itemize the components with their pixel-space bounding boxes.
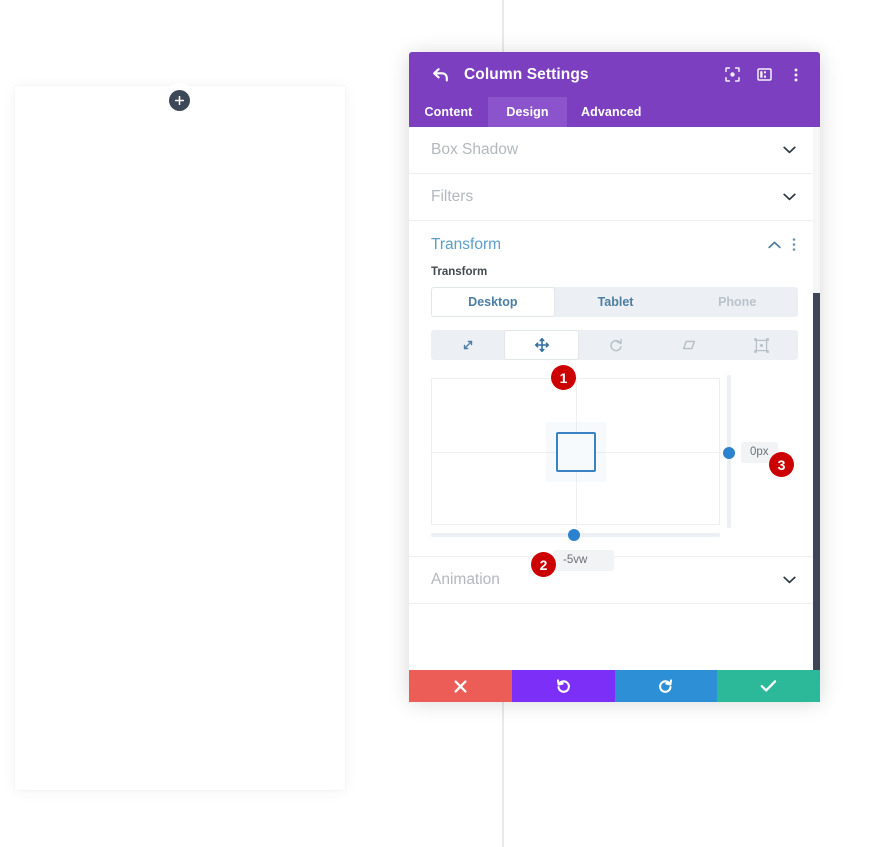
transform-tool-origin[interactable] [725, 330, 798, 360]
skew-parallelogram-icon [682, 340, 695, 350]
column-settings-modal: Column Settings Content Design Advanced … [409, 52, 820, 700]
rotate-icon [609, 338, 622, 352]
chevron-up-icon[interactable] [766, 237, 782, 253]
horizontal-slider-handle[interactable] [568, 529, 580, 541]
modal-tab-bar: Content Design Advanced [409, 97, 820, 127]
screenshot-root: Column Settings Content Design Advanced … [0, 0, 880, 847]
transform-field-label: Transform [431, 266, 488, 278]
move-arrows-icon [534, 338, 549, 352]
more-options-button[interactable] [787, 66, 805, 84]
page-builder-column[interactable] [15, 86, 345, 790]
horizontal-translate-slider[interactable] [431, 529, 720, 541]
vertical-dots-icon [794, 68, 798, 81]
add-module-button[interactable] [169, 90, 190, 111]
transform-header[interactable]: Transform [409, 221, 820, 268]
modal-header-actions [723, 66, 805, 84]
annotation-badge-3: 3 [769, 452, 794, 477]
chevron-down-icon [782, 573, 796, 587]
transform-origin-icon [754, 337, 769, 353]
transform-drag-handle[interactable] [555, 431, 596, 472]
transform-title: Transform [431, 235, 502, 253]
redo-icon [659, 678, 673, 693]
plus-icon [175, 96, 184, 105]
chevron-down-icon [782, 143, 796, 157]
section-transform: Transform Transform Desktop Tablet Phone… [409, 221, 820, 571]
chevron-down-icon [782, 190, 796, 204]
device-tab-phone[interactable]: Phone [676, 287, 798, 317]
check-icon [760, 680, 777, 692]
section-animation-label: Animation [431, 571, 500, 588]
redo-button[interactable] [614, 670, 718, 702]
modal-scrollbar-thumb[interactable] [813, 293, 820, 700]
section-animation[interactable]: Animation [409, 557, 820, 604]
tab-advanced[interactable]: Advanced [567, 97, 656, 127]
transform-tool-skew[interactable] [652, 330, 725, 360]
responsive-preview-button[interactable] [723, 66, 741, 84]
vertical-slider-handle[interactable] [723, 447, 735, 459]
section-box-shadow[interactable]: Box Shadow [409, 127, 820, 174]
modal-header: Column Settings [409, 52, 820, 97]
modal-action-bar [409, 670, 820, 702]
vertical-dots-icon [792, 238, 796, 251]
section-box-shadow-label: Box Shadow [431, 141, 519, 158]
annotation-badge-2: 2 [531, 552, 556, 577]
modal-title: Column Settings [464, 65, 589, 83]
back-button[interactable] [431, 65, 451, 85]
transform-canvas[interactable] [430, 375, 721, 528]
device-tab-tablet[interactable]: Tablet [555, 287, 677, 317]
device-tab-group: Desktop Tablet Phone [431, 287, 798, 317]
device-tab-desktop[interactable]: Desktop [431, 287, 555, 317]
undo-icon [556, 678, 570, 693]
panel-layout-icon [756, 68, 772, 81]
tab-content[interactable]: Content [409, 97, 488, 127]
tab-design[interactable]: Design [488, 97, 567, 127]
layout-toggle-button[interactable] [755, 66, 773, 84]
transform-tool-rotate[interactable] [579, 330, 652, 360]
transform-canvas-area: 0px -5vw [430, 375, 798, 571]
annotation-badge-1: 1 [551, 365, 576, 390]
undo-button[interactable] [511, 670, 615, 702]
transform-tool-group [431, 330, 798, 360]
close-x-icon [454, 679, 467, 693]
focus-frame-icon [724, 67, 740, 82]
transform-tool-translate[interactable] [504, 330, 579, 360]
modal-body: Box Shadow Filters Transform Transform D… [409, 127, 820, 700]
cancel-button[interactable] [409, 670, 512, 702]
scale-diagonal-icon [463, 340, 472, 350]
section-filters-label: Filters [431, 188, 474, 205]
horizontal-slider-value[interactable]: -5vw [553, 550, 614, 571]
save-button[interactable] [717, 670, 820, 702]
back-arrow-icon [433, 67, 448, 82]
transform-tool-scale[interactable] [431, 330, 504, 360]
section-filters[interactable]: Filters [409, 174, 820, 221]
vertical-translate-slider[interactable] [723, 375, 735, 528]
transform-options-icon[interactable] [786, 237, 802, 253]
